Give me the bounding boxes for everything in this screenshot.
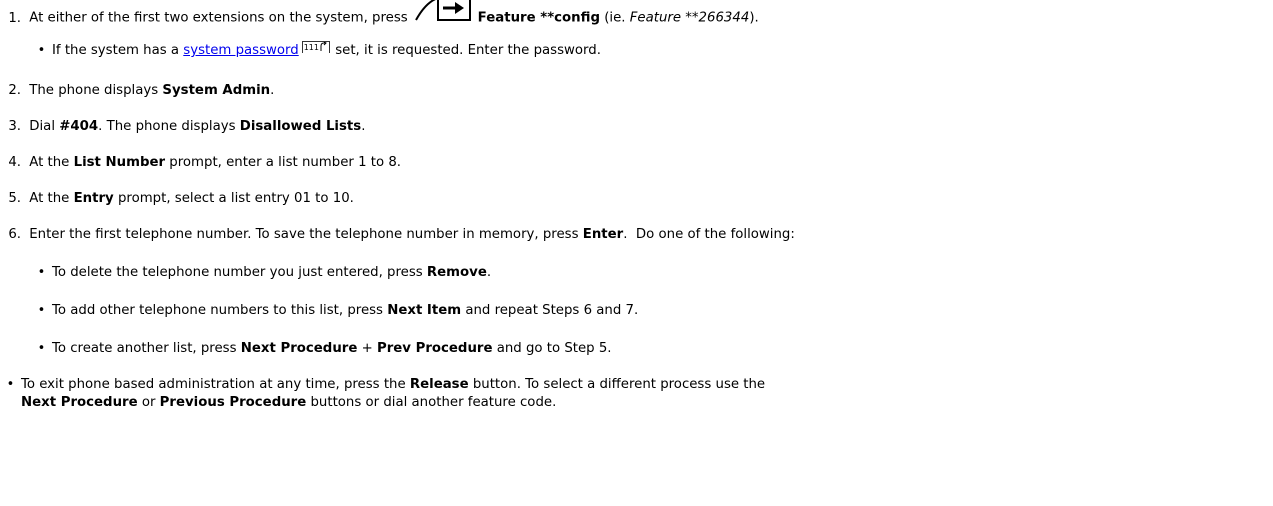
step-6: 6. Enter the first telephone number. To …	[0, 225, 795, 245]
feature-config-code: Feature **config	[477, 10, 600, 26]
list-item: If the system has a system password 111 s…	[31, 41, 601, 61]
prompt-name: List Number	[73, 155, 166, 170]
bullet-icon	[0, 377, 21, 393]
note-text: or	[137, 395, 160, 410]
step-4: 4. At the List Number prompt, enter a li…	[0, 153, 401, 173]
step-text: . Do one of the following:	[623, 227, 795, 242]
list-item-text: set, it is requested. Enter the password…	[331, 43, 601, 58]
list-item: To add other telephone numbers to this l…	[31, 301, 638, 321]
step-text: .	[270, 83, 275, 98]
list-item-text: +	[357, 341, 377, 356]
page-ref: 111	[303, 43, 319, 52]
list-item-text: If the system has a	[52, 43, 184, 58]
step-1: 1. At either of the first two extensions…	[0, 0, 759, 35]
step-number: 2.	[8, 83, 21, 98]
step-text: . The phone displays	[98, 119, 240, 134]
list-item-text: To delete the telephone number you just …	[52, 265, 427, 280]
step-text: At either of the first two extensions on…	[29, 10, 408, 26]
final-note-line-2: Next Procedure or Previous Procedure but…	[21, 395, 556, 411]
step-number: 3.	[8, 119, 21, 134]
button-name: Prev Procedure	[376, 341, 493, 356]
final-note: To exit phone based administration at an…	[0, 377, 765, 393]
step-text: prompt, select a list entry 01 to 10.	[113, 191, 354, 206]
step-text: Dial	[29, 119, 60, 134]
button-name: Release	[409, 377, 469, 392]
step-text: Enter the first telephone number. To sav…	[29, 227, 583, 242]
note-text: To exit phone based administration at an…	[21, 377, 410, 392]
list-item-text: .	[486, 265, 492, 280]
button-name: Enter	[582, 227, 624, 242]
step-text: At the	[29, 155, 74, 170]
step-number: 1.	[8, 10, 21, 26]
step-text: The phone displays	[29, 83, 163, 98]
cross-reference-icon[interactable]: 111	[301, 41, 330, 53]
display-text: System Admin	[162, 83, 271, 98]
list-item-text: and go to Step 5.	[492, 341, 612, 356]
step-text: At the	[29, 191, 74, 206]
step-5: 5. At the Entry prompt, select a list en…	[0, 189, 354, 209]
step-number: 5.	[8, 191, 21, 206]
list-item: To create another list, press Next Proce…	[31, 339, 612, 359]
example-code: Feature **266344	[629, 10, 750, 26]
note-text: button. To select a different process us…	[468, 377, 766, 392]
prompt-name: Entry	[73, 191, 114, 206]
step-text: .	[361, 119, 366, 134]
step-3: 3. Dial #404. The phone displays Disallo…	[0, 117, 365, 137]
list-item-text: and repeat Steps 6 and 7.	[461, 303, 639, 318]
note-text: buttons or dial another feature code.	[306, 395, 557, 410]
document-page: 1. At either of the first two extensions…	[0, 0, 1273, 506]
button-name: Next Procedure	[21, 395, 138, 410]
button-name: Previous Procedure	[159, 395, 307, 410]
button-name: Next Procedure	[240, 341, 358, 356]
step-number: 4.	[8, 155, 21, 170]
step-text: ).	[749, 10, 759, 26]
bullet-icon	[31, 301, 52, 321]
step-2: 2. The phone displays System Admin.	[0, 81, 274, 101]
step-text: (ie.	[600, 10, 630, 26]
system-password-link[interactable]: system password	[183, 43, 298, 58]
display-text: Disallowed Lists	[239, 119, 362, 134]
list-item-text: To create another list, press	[52, 341, 241, 356]
step-text: prompt, enter a list number 1 to 8.	[165, 155, 402, 170]
list-item: To delete the telephone number you just …	[31, 263, 491, 283]
bullet-icon	[31, 41, 52, 61]
dial-code: #404	[59, 119, 99, 134]
feature-key-icon	[414, 0, 472, 29]
list-item-text: To add other telephone numbers to this l…	[52, 303, 388, 318]
bullet-icon	[31, 339, 52, 359]
bullet-icon	[31, 263, 52, 283]
button-name: Next Item	[387, 303, 462, 318]
step-number: 6.	[8, 227, 21, 242]
button-name: Remove	[426, 265, 487, 280]
